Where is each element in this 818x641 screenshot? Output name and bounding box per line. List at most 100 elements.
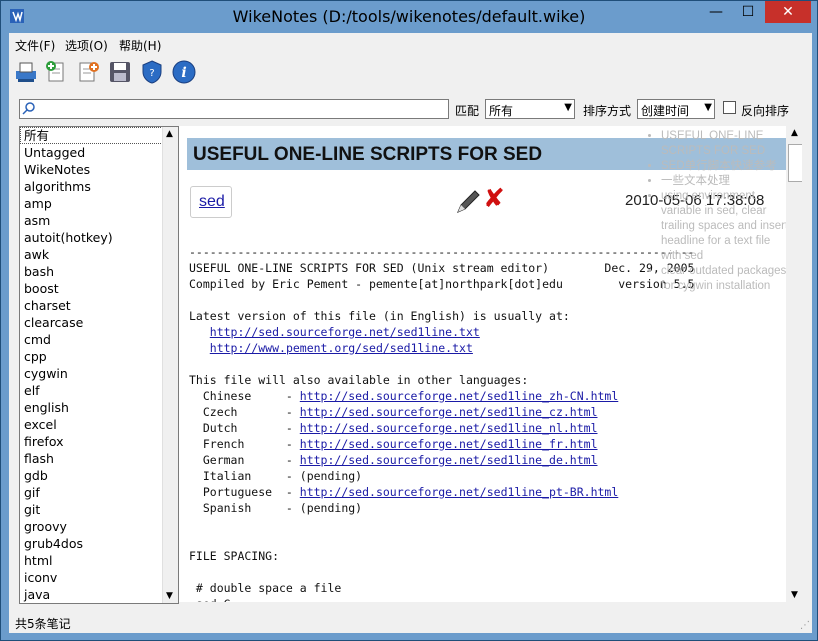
menu-bar: 文件(F) 选项(O) 帮助(H) bbox=[9, 33, 812, 55]
note-text: Portuguese - bbox=[189, 485, 300, 499]
resize-grip-icon[interactable]: ⋰ bbox=[800, 620, 810, 631]
note-text bbox=[189, 325, 210, 339]
reverse-sort-label: 反向排序 bbox=[741, 104, 790, 118]
tag-list-item[interactable]: flash bbox=[20, 450, 163, 467]
note-body-line: German - http://sed.sourceforge.net/sed1… bbox=[189, 452, 789, 468]
recent-note-item[interactable]: using environment variable in sed, clear… bbox=[661, 189, 789, 264]
match-value: 所有 bbox=[489, 104, 514, 118]
tag-list-item[interactable]: WikeNotes bbox=[20, 161, 163, 178]
tag-list[interactable]: 所有 Untagged WikeNotes algorithms amp asm autoi… bbox=[19, 126, 179, 604]
recent-note-item[interactable]: 一些文本处理 bbox=[661, 174, 789, 189]
tag-list-item[interactable]: cygwin bbox=[20, 365, 163, 382]
minimize-button[interactable]: — bbox=[701, 1, 731, 23]
note-text: ----------------------------------------… bbox=[189, 245, 695, 259]
search-bar: 匹配 所有 ▼ 排序方式 创建时间 ▼ 反向排序 bbox=[9, 97, 812, 121]
tag-list-item[interactable]: amp bbox=[20, 195, 163, 212]
note-text: Czech - bbox=[189, 405, 300, 419]
tag-list-item[interactable]: Untagged bbox=[20, 144, 163, 161]
tag-list-item[interactable]: autoit(hotkey) bbox=[20, 229, 163, 246]
note-count-status: 共5条笔记 bbox=[15, 617, 71, 631]
scroll-up-icon[interactable]: ▲ bbox=[791, 128, 798, 138]
pen-icon[interactable] bbox=[454, 188, 482, 216]
maximize-button[interactable]: ☐ bbox=[733, 1, 763, 23]
note-link[interactable]: http://sed.sourceforge.net/sed1line_zh-C… bbox=[300, 389, 619, 403]
close-button[interactable]: ✕ bbox=[765, 1, 811, 23]
sort-label: 排序方式 bbox=[583, 104, 632, 118]
note-link[interactable]: http://sed.sourceforge.net/sed1line_nl.h… bbox=[300, 421, 598, 435]
match-select[interactable]: 所有 ▼ bbox=[485, 99, 575, 119]
recent-note-item[interactable]: clear outdated packages for cygwin insta… bbox=[661, 264, 789, 294]
tag-list-item[interactable]: boost bbox=[20, 280, 163, 297]
tag-list-item[interactable]: cpp bbox=[20, 348, 163, 365]
note-link[interactable]: http://sed.sourceforge.net/sed1line_de.h… bbox=[300, 453, 598, 467]
note-link[interactable]: http://www.pement.org/sed/sed1line.txt bbox=[210, 341, 473, 355]
save-icon[interactable] bbox=[107, 59, 133, 85]
tag-list-item[interactable]: gdb bbox=[20, 467, 163, 484]
note-link[interactable]: http://sed.sourceforge.net/sed1line_pt-B… bbox=[300, 485, 619, 499]
note-scrollbar[interactable]: ▲ ▼ bbox=[786, 126, 802, 602]
note-body-line: Italian - (pending) bbox=[189, 468, 789, 484]
print-icon[interactable] bbox=[13, 59, 39, 85]
delete-icon[interactable]: ✘ bbox=[483, 186, 505, 212]
menu-file[interactable]: 文件(F) bbox=[15, 37, 55, 54]
recent-note-item[interactable]: SED单行脚本快速参考 bbox=[661, 159, 789, 174]
tag-list-item[interactable]: iconv bbox=[20, 569, 163, 586]
tag-list-item[interactable]: bash bbox=[20, 263, 163, 280]
note-text: This file will also available in other l… bbox=[189, 373, 529, 387]
tag-list-item[interactable]: elf bbox=[20, 382, 163, 399]
reverse-sort-checkbox[interactable] bbox=[723, 101, 736, 114]
edit-note-icon[interactable] bbox=[75, 59, 101, 85]
tag-list-item[interactable]: groovy bbox=[20, 518, 163, 535]
note-body-line: Chinese - http://sed.sourceforge.net/sed… bbox=[189, 388, 789, 404]
tag-list-item[interactable]: grub4dos bbox=[20, 535, 163, 552]
scroll-down-icon[interactable]: ▼ bbox=[791, 590, 798, 600]
tag-list-item[interactable]: awk bbox=[20, 246, 163, 263]
tag-list-item[interactable]: 所有 bbox=[20, 127, 163, 144]
tag-list-item[interactable]: english bbox=[20, 399, 163, 416]
sort-select[interactable]: 创建时间 ▼ bbox=[637, 99, 715, 119]
note-body-line: # double space a file bbox=[189, 580, 789, 596]
note-link[interactable]: http://sed.sourceforge.net/sed1line_fr.h… bbox=[300, 437, 598, 451]
recent-notes-panel: USEFUL ONE-LINE SCRIPTS FOR SEDSED单行脚本快速… bbox=[634, 126, 802, 356]
menu-options[interactable]: 选项(O) bbox=[65, 37, 108, 54]
svg-text:i: i bbox=[181, 65, 186, 81]
note-title: USEFUL ONE-LINE SCRIPTS FOR SED bbox=[193, 144, 543, 165]
title-bar[interactable]: WikeNotes (D:/tools/wikenotes/default.wi… bbox=[1, 1, 817, 33]
tag-list-item[interactable]: cmd bbox=[20, 331, 163, 348]
shield-icon[interactable]: ? bbox=[139, 59, 165, 85]
note-link[interactable]: http://sed.sourceforge.net/sed1line.txt bbox=[210, 325, 480, 339]
note-body-line bbox=[189, 516, 789, 532]
note-link[interactable]: http://sed.sourceforge.net/sed1line_cz.h… bbox=[300, 405, 598, 419]
tag-list-item[interactable]: firefox bbox=[20, 433, 163, 450]
note-text: Latest version of this file (in English)… bbox=[189, 309, 570, 323]
svg-text:?: ? bbox=[149, 68, 154, 79]
note-text: # double space a file bbox=[189, 581, 342, 595]
search-input[interactable] bbox=[19, 99, 449, 119]
note-text: Spanish - (pending) bbox=[189, 501, 363, 515]
recent-note-item[interactable]: USEFUL ONE-LINE SCRIPTS FOR SED bbox=[661, 129, 789, 159]
note-text: German - bbox=[189, 453, 300, 467]
tag-list-item[interactable]: html bbox=[20, 552, 163, 569]
scroll-thumb[interactable] bbox=[788, 144, 802, 182]
scroll-down-icon[interactable]: ▼ bbox=[166, 591, 173, 601]
new-note-icon[interactable] bbox=[43, 59, 69, 85]
tag-list-item[interactable]: git bbox=[20, 501, 163, 518]
note-body-line: FILE SPACING: bbox=[189, 548, 789, 564]
tag-list-item[interactable]: gif bbox=[20, 484, 163, 501]
menu-help[interactable]: 帮助(H) bbox=[119, 37, 161, 54]
tag-list-item[interactable]: charset bbox=[20, 297, 163, 314]
note-text: Compiled by Eric Pement - pemente[at]nor… bbox=[189, 277, 695, 291]
tag-list-scrollbar[interactable]: ▲ ▼ bbox=[162, 127, 178, 603]
note-tag-link[interactable]: sed bbox=[199, 193, 225, 211]
sort-value: 创建时间 bbox=[641, 104, 690, 118]
note-body-line: Dutch - http://sed.sourceforge.net/sed1l… bbox=[189, 420, 789, 436]
scroll-up-icon[interactable]: ▲ bbox=[166, 129, 173, 139]
info-icon[interactable]: i bbox=[171, 59, 197, 85]
tag-list-item[interactable]: clearcase bbox=[20, 314, 163, 331]
tag-list-item[interactable]: algorithms bbox=[20, 178, 163, 195]
note-body-line: French - http://sed.sourceforge.net/sed1… bbox=[189, 436, 789, 452]
tag-list-item[interactable]: asm bbox=[20, 212, 163, 229]
note-text: French - bbox=[189, 437, 300, 451]
tag-list-item[interactable]: excel bbox=[20, 416, 163, 433]
tag-list-item[interactable]: java bbox=[20, 586, 163, 603]
